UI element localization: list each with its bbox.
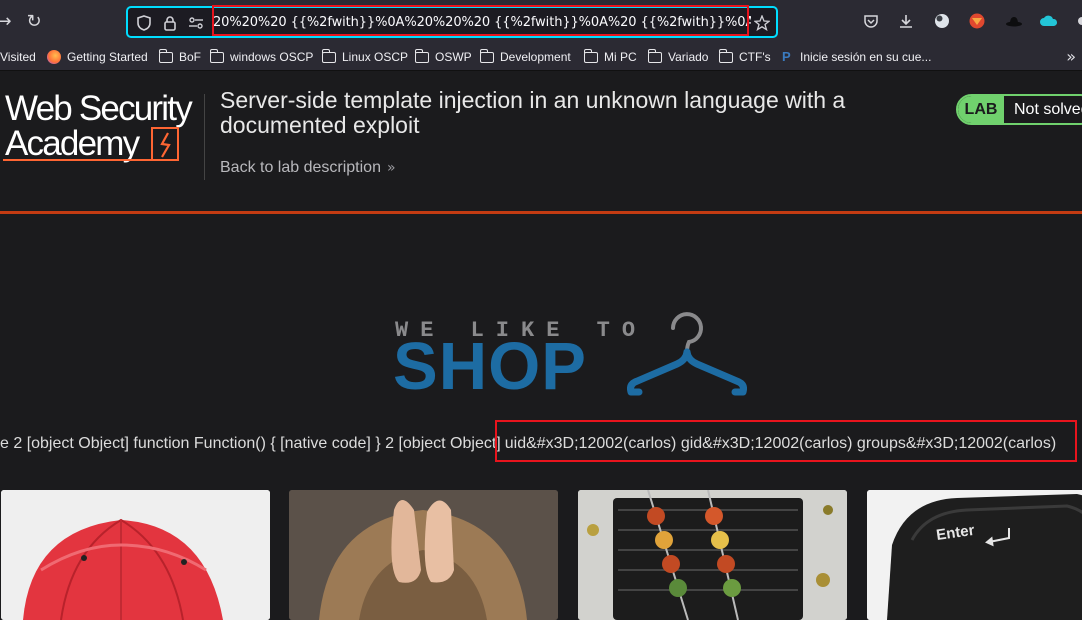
shop-logo[interactable]: WE LIKE TO SHOP <box>393 308 753 402</box>
shop-brand: SHOP <box>393 329 587 404</box>
forward-arrow-icon[interactable]: → <box>0 9 16 33</box>
folder-icon <box>583 48 598 63</box>
folder-icon <box>321 48 336 63</box>
red-umbrella-image <box>1 490 270 620</box>
lab-header: Web Security Academy Server-side templat… <box>0 71 1082 214</box>
bookmark-visited[interactable]: Visited <box>0 49 36 65</box>
pocket-icon[interactable] <box>860 10 882 32</box>
lab-status-widget: LAB Not solved <box>956 94 1082 125</box>
bookmark-label: Mi PC <box>604 50 637 64</box>
lock-icon[interactable] <box>160 13 180 33</box>
product-image[interactable]: Enter <box>867 490 1082 620</box>
output-highlight-box <box>495 420 1077 462</box>
bookmarks-overflow-chevron-icon[interactable]: » <box>1066 47 1076 66</box>
bookmark-label: Visited <box>0 50 36 64</box>
bookmark-label: Linux OSCP <box>342 50 409 64</box>
logo-line-1: Web Security <box>5 89 193 128</box>
bookmark-label: Inicie sesión en su cue... <box>800 50 932 64</box>
bookmarks-bar: Visited Getting Started BoF windows OSCP… <box>0 42 1082 71</box>
bookmark-label: Development <box>500 50 571 64</box>
browser-toolbar: → ↻ 20%20%20 {{%2fwith}}%0A%20%20%20 {{%… <box>0 0 1082 42</box>
double-chevron-right-icon: » <box>386 160 396 176</box>
bookmark-label: CTF's <box>739 50 771 64</box>
back-to-lab-description-link[interactable]: Back to lab description » <box>220 159 396 177</box>
bookmark-label: Getting Started <box>67 50 148 64</box>
bookmark-ctfs[interactable]: CTF's <box>718 48 771 65</box>
lab-title: Server-side template injection in an unk… <box>220 87 846 138</box>
extension-hat-icon[interactable] <box>1003 10 1025 32</box>
shop-content: WE LIKE TO SHOP e 2 [object Object] func… <box>0 214 1082 620</box>
product-image[interactable] <box>578 490 847 620</box>
bookmark-bof[interactable]: BoF <box>158 48 202 65</box>
url-highlight-box <box>212 5 749 36</box>
bookmark-development[interactable]: Development <box>479 48 571 65</box>
lab-status-text: Not solved <box>1014 100 1082 118</box>
extension-ball-icon[interactable] <box>931 10 953 32</box>
downloads-icon[interactable] <box>895 10 917 32</box>
extension-cloud-icon[interactable] <box>1038 10 1060 32</box>
bookmark-paypal[interactable]: P Inicie sesión en su cue... <box>782 49 931 65</box>
bookmark-mi-pc[interactable]: Mi PC <box>583 48 637 65</box>
bookmark-oswp[interactable]: OSWP <box>414 48 472 65</box>
folder-icon <box>414 48 429 63</box>
product-image[interactable] <box>1 490 270 620</box>
beard-image <box>289 490 558 620</box>
folder-icon <box>209 48 224 63</box>
bookmark-windows-oscp[interactable]: windows OSCP <box>209 48 314 65</box>
extension-fox-icon[interactable] <box>966 10 988 32</box>
folder-icon <box>158 48 173 63</box>
logo-bolt-icon <box>151 127 179 160</box>
bookmark-getting-started[interactable]: Getting Started <box>47 49 148 65</box>
bookmark-label: OSWP <box>435 50 472 64</box>
folder-icon <box>479 48 494 63</box>
product-image[interactable] <box>289 490 558 620</box>
extension-overflow-icon[interactable] <box>1070 10 1082 32</box>
folder-icon <box>718 48 733 63</box>
enter-key-image: Enter <box>867 490 1082 620</box>
lab-badge: LAB <box>958 96 1004 123</box>
grill-skewers-image <box>578 490 847 620</box>
star-bookmark-icon[interactable] <box>752 13 772 33</box>
paypal-icon: P <box>782 49 791 64</box>
bookmark-label: windows OSCP <box>230 50 314 64</box>
back-link-label: Back to lab description <box>220 159 381 176</box>
bookmark-label: Variado <box>668 50 709 64</box>
bookmark-variado[interactable]: Variado <box>647 48 709 65</box>
reload-icon[interactable]: ↻ <box>22 9 46 33</box>
bookmark-linux-oscp[interactable]: Linux OSCP <box>321 48 409 65</box>
header-divider <box>204 94 205 180</box>
folder-icon <box>647 48 662 63</box>
permissions-icon[interactable] <box>186 13 206 33</box>
firefox-icon <box>47 50 61 64</box>
bookmark-label: BoF <box>179 50 202 64</box>
template-output-prefix: e 2 [object Object] function Function() … <box>0 435 501 452</box>
hanger-icon <box>627 312 747 396</box>
shield-icon[interactable] <box>134 13 154 33</box>
